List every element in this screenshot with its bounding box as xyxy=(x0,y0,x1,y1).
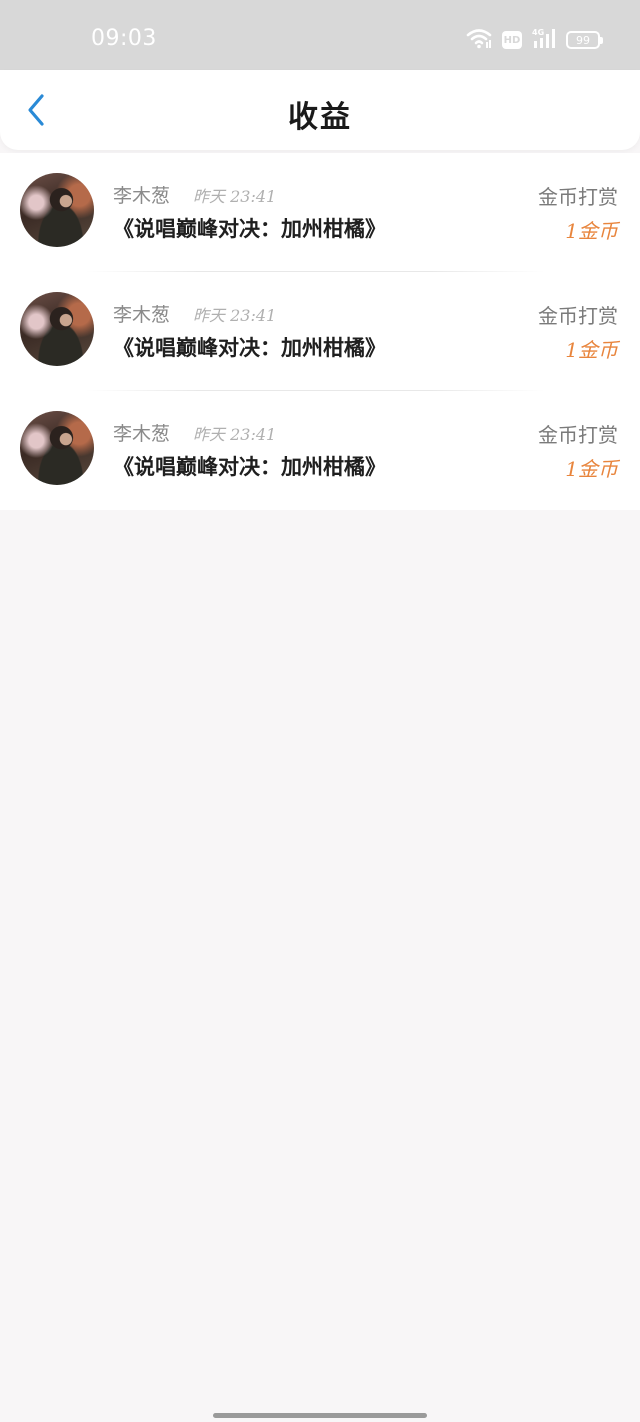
signal-4g-icon: 4G xyxy=(532,27,556,53)
user-name: 李木葱 xyxy=(113,304,171,326)
earning-row[interactable]: 李木葱 昨天 23:41 《说唱巅峰对决：加州柑橘》 金币打赏 1金币 xyxy=(0,272,640,391)
reward-amount: 1金币 xyxy=(565,219,618,243)
work-title[interactable]: 《说唱巅峰对决：加州柑橘》 xyxy=(113,332,386,362)
earnings-list: 李木葱 昨天 23:41 《说唱巅峰对决：加州柑橘》 金币打赏 1金币 李木葱 … xyxy=(0,153,640,510)
reward-amount: 1金币 xyxy=(565,338,618,362)
status-icons: HD 4G 99 xyxy=(466,27,603,53)
avatar[interactable] xyxy=(20,173,94,247)
nav-bar: 收益 xyxy=(0,70,640,150)
hd-icon: HD xyxy=(502,31,522,49)
work-title[interactable]: 《说唱巅峰对决：加州柑橘》 xyxy=(113,213,386,243)
user-name: 李木葱 xyxy=(113,423,171,445)
timestamp: 昨天 23:41 xyxy=(193,306,277,325)
status-bar: 09:03 HD 4G 99 xyxy=(0,0,640,70)
user-name: 李木葱 xyxy=(113,185,171,207)
avatar[interactable] xyxy=(20,411,94,485)
avatar[interactable] xyxy=(20,292,94,366)
page-title: 收益 xyxy=(288,100,352,135)
earning-row[interactable]: 李木葱 昨天 23:41 《说唱巅峰对决：加州柑橘》 金币打赏 1金币 xyxy=(0,391,640,510)
work-title[interactable]: 《说唱巅峰对决：加州柑橘》 xyxy=(113,451,386,481)
reward-type: 金币打赏 xyxy=(538,423,618,447)
reward-amount: 1金币 xyxy=(565,457,618,481)
timestamp: 昨天 23:41 xyxy=(193,187,277,206)
timestamp: 昨天 23:41 xyxy=(193,425,277,444)
wifi-icon xyxy=(466,27,492,53)
status-time: 09:03 xyxy=(91,26,157,51)
reward-type: 金币打赏 xyxy=(538,304,618,328)
battery-level: 99 xyxy=(576,33,590,47)
network-label: 4G xyxy=(532,28,544,37)
battery-icon: 99 xyxy=(566,31,603,49)
reward-type: 金币打赏 xyxy=(538,185,618,209)
home-indicator[interactable] xyxy=(213,1413,427,1418)
earning-row[interactable]: 李木葱 昨天 23:41 《说唱巅峰对决：加州柑橘》 金币打赏 1金币 xyxy=(0,153,640,272)
